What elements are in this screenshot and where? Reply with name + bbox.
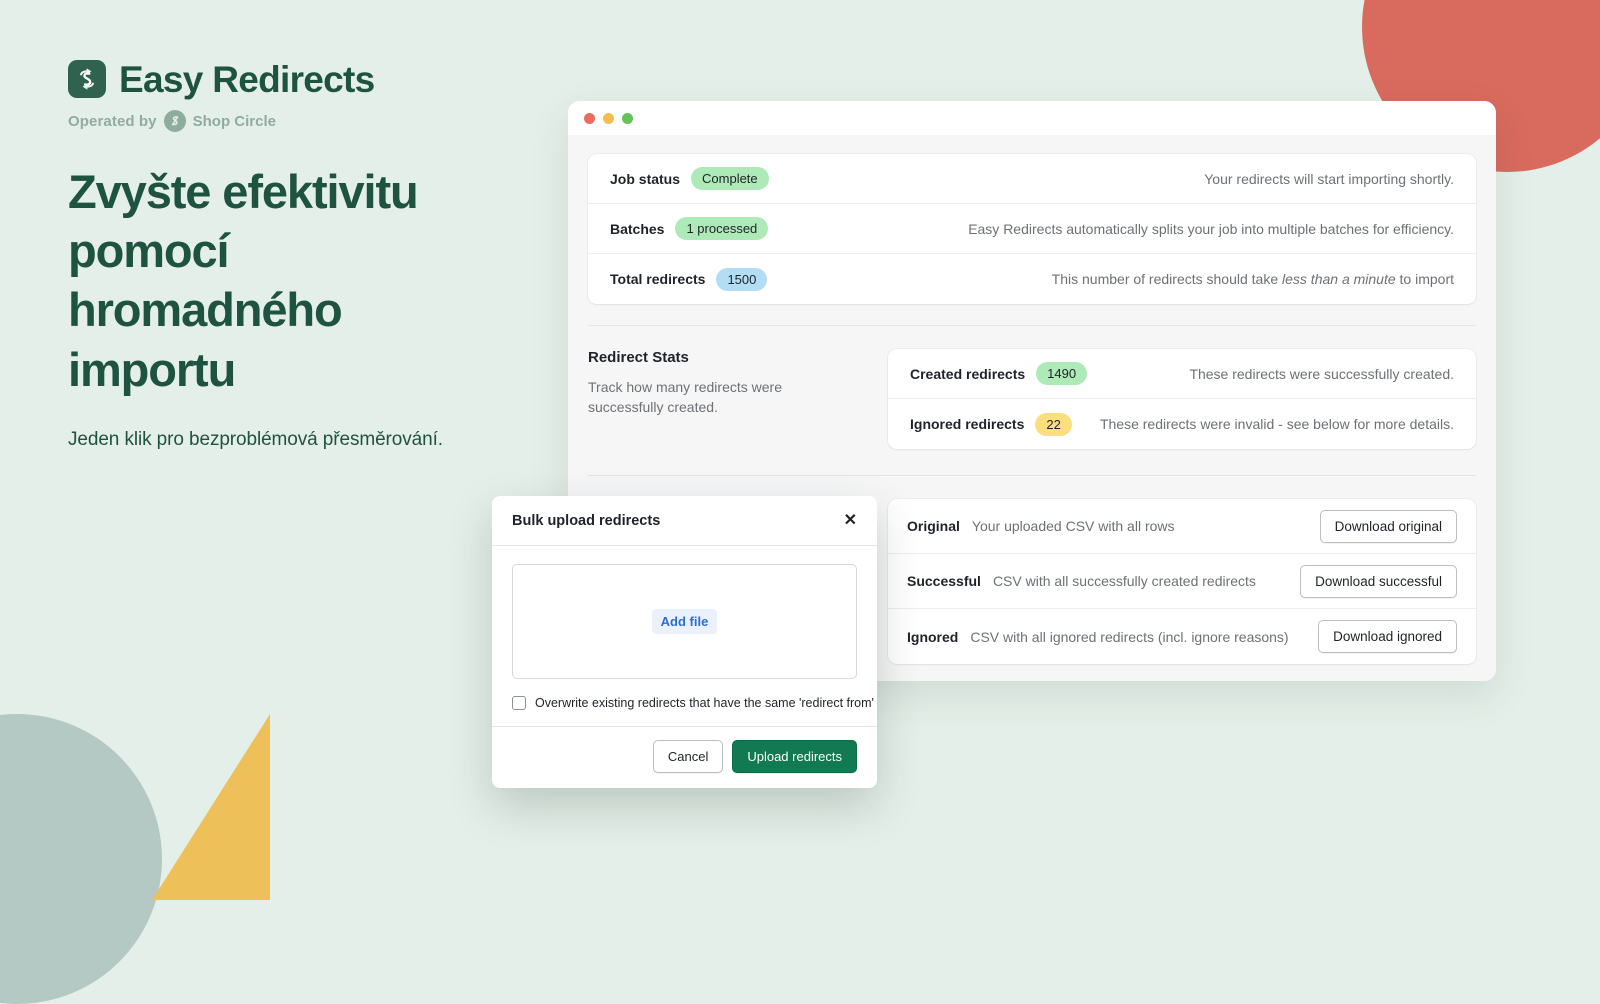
redirect-stats-info: Redirect Stats Track how many redirects … (588, 349, 888, 449)
redirect-stats-section: Redirect Stats Track how many redirects … (588, 326, 1476, 449)
table-row: Successful CSV with all successfully cre… (888, 554, 1476, 609)
table-row: Batches 1 processed Easy Redirects autom… (588, 204, 1476, 254)
table-row: Created redirects 1490 These redirects w… (888, 349, 1476, 399)
upload-redirects-button[interactable]: Upload redirects (732, 740, 857, 773)
brand-row: Easy Redirects (68, 60, 548, 98)
job-status-card: Job status Complete Your redirects will … (588, 154, 1476, 304)
easy-redirects-logo-icon (68, 60, 106, 98)
row-note: Your redirects will start importing shor… (1204, 170, 1454, 187)
table-row: Ignored CSV with all ignored redirects (… (888, 609, 1476, 664)
download-description: CSV with all successfully created redire… (992, 573, 1256, 589)
modal-title: Bulk upload redirects (512, 513, 661, 529)
row-label: Batches (610, 220, 665, 237)
modal-header: Bulk upload redirects ✕ (492, 496, 877, 546)
operated-by-row: Operated by Shop Circle (68, 110, 548, 132)
status-badge: 1500 (716, 267, 768, 291)
row-label: Ignored redirects (910, 416, 1025, 432)
table-row: Original Your uploaded CSV with all rows… (888, 499, 1476, 554)
download-label: Successful (907, 573, 981, 589)
downloads-card-wrap: Original Your uploaded CSV with all rows… (888, 499, 1476, 664)
overwrite-option-row: Overwrite existing redirects that have t… (512, 679, 877, 726)
close-icon[interactable]: ✕ (844, 513, 857, 529)
download-label: Ignored (907, 628, 959, 645)
download-description: CSV with all ignored redirects (incl. ig… (970, 628, 1289, 645)
table-row: Ignored redirects 22 These redirects wer… (888, 399, 1476, 449)
file-dropzone[interactable]: Add file (512, 564, 857, 679)
shop-circle-icon (163, 110, 186, 132)
row-note-lead: This number of redirects should take (1051, 271, 1283, 287)
download-successful-button[interactable]: Download successful (1300, 564, 1457, 598)
redirect-stats-card: Created redirects 1490 These redirects w… (888, 349, 1476, 449)
modal-footer: Cancel Upload redirects (492, 726, 877, 788)
row-note: These redirects were invalid - see below… (1099, 416, 1454, 432)
redirect-stats-card-wrap: Created redirects 1490 These redirects w… (888, 349, 1476, 449)
cancel-button[interactable]: Cancel (652, 740, 724, 773)
row-label: Total redirects (610, 271, 706, 287)
window-minimize-dot[interactable] (603, 112, 614, 124)
status-badge: 1490 (1036, 362, 1088, 385)
page-headline: Zvyšte efektivitu pomocí hromadného impo… (68, 165, 419, 396)
decorative-sage-circle (0, 714, 162, 1004)
row-note-tail: to import (1395, 271, 1454, 287)
operator-name: Shop Circle (192, 112, 276, 130)
status-badge: 1 processed (675, 217, 769, 240)
hero-column: Easy Redirects Operated by Shop Circle Z… (68, 60, 548, 451)
modal-body: Add file Overwrite existing redirects th… (492, 546, 877, 726)
download-ignored-button[interactable]: Download ignored (1318, 620, 1457, 653)
row-note: These redirects were successfully create… (1189, 365, 1454, 382)
operated-by-label: Operated by (68, 112, 157, 130)
row-label: Job status (610, 170, 681, 187)
table-row: Job status Complete Your redirects will … (588, 154, 1476, 204)
download-label: Original (907, 518, 960, 534)
download-description: Your uploaded CSV with all rows (971, 518, 1175, 534)
bulk-upload-modal: Bulk upload redirects ✕ Add file Overwri… (492, 496, 877, 788)
page-subheadline: Jeden klik pro bezproblémová přesměrován… (68, 428, 443, 450)
brand-name: Easy Redirects (119, 58, 375, 100)
overwrite-checkbox-label: Overwrite existing redirects that have t… (535, 696, 877, 710)
row-note: Easy Redirects automatically splits your… (968, 220, 1454, 237)
status-badge: Complete (691, 167, 769, 190)
downloads-card: Original Your uploaded CSV with all rows… (888, 499, 1476, 664)
table-row: Total redirects 1500 This number of redi… (588, 254, 1476, 304)
window-titlebar (568, 101, 1496, 135)
row-label: Created redirects (910, 365, 1026, 382)
download-original-button[interactable]: Download original (1319, 509, 1457, 543)
add-file-button[interactable]: Add file (651, 609, 718, 634)
overwrite-checkbox[interactable] (512, 696, 526, 710)
decorative-yellow-triangle (152, 714, 270, 900)
section-description: Track how many redirects were successful… (588, 379, 782, 416)
status-badge: 22 (1035, 412, 1072, 436)
row-note: This number of redirects should take les… (1052, 271, 1454, 287)
row-note-emphasis: less than a minute (1282, 271, 1396, 287)
section-title: Redirect Stats (588, 349, 689, 366)
window-close-dot[interactable] (584, 112, 595, 124)
window-maximize-dot[interactable] (622, 112, 633, 124)
